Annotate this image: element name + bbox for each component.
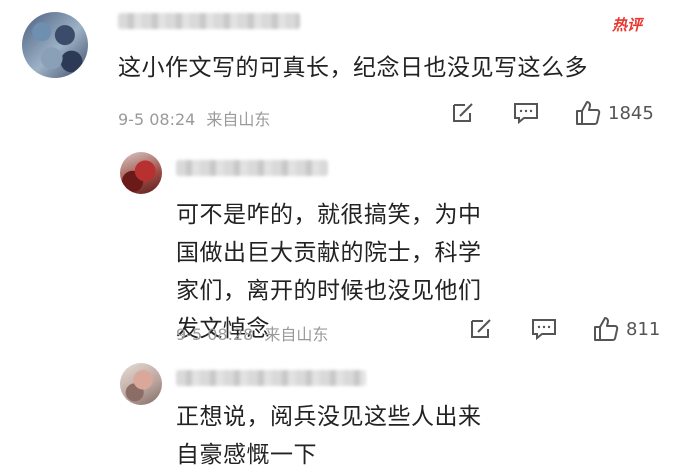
reply-meta: 9-5 08:28 来自山东 xyxy=(176,321,328,345)
comment-time: 9-5 08:24 xyxy=(118,110,196,129)
share-icon[interactable] xyxy=(468,317,494,341)
avatar[interactable] xyxy=(22,12,88,78)
comment-text: 这小作文写的可真长，纪念日也没见写这么多 xyxy=(118,55,588,81)
comment-icon[interactable] xyxy=(512,101,540,125)
comment-meta: 9-5 08:24 来自山东 xyxy=(118,106,270,130)
reply-time: 9-5 08:28 xyxy=(176,325,254,344)
thumbs-up-icon[interactable] xyxy=(592,316,620,342)
reply-location: 来自山东 xyxy=(264,325,329,344)
share-icon[interactable] xyxy=(450,101,476,125)
like-count: 811 xyxy=(626,318,661,340)
reply-text: 正想说，阅兵没见这些人出来自豪感慨一下 xyxy=(176,404,482,468)
username-blurred[interactable] xyxy=(118,13,300,29)
thumbs-up-icon[interactable] xyxy=(574,100,602,126)
comment-icon[interactable] xyxy=(530,317,558,341)
avatar[interactable] xyxy=(120,363,162,405)
avatar[interactable] xyxy=(120,152,162,194)
like-count: 1845 xyxy=(608,102,654,124)
hot-comment-badge: 热评 xyxy=(612,16,643,34)
comment-location: 来自山东 xyxy=(206,110,271,129)
username-blurred[interactable] xyxy=(176,160,328,176)
reply-actions: 811 xyxy=(468,316,660,342)
comment-actions: 1845 xyxy=(450,100,654,126)
username-blurred[interactable] xyxy=(176,370,366,386)
